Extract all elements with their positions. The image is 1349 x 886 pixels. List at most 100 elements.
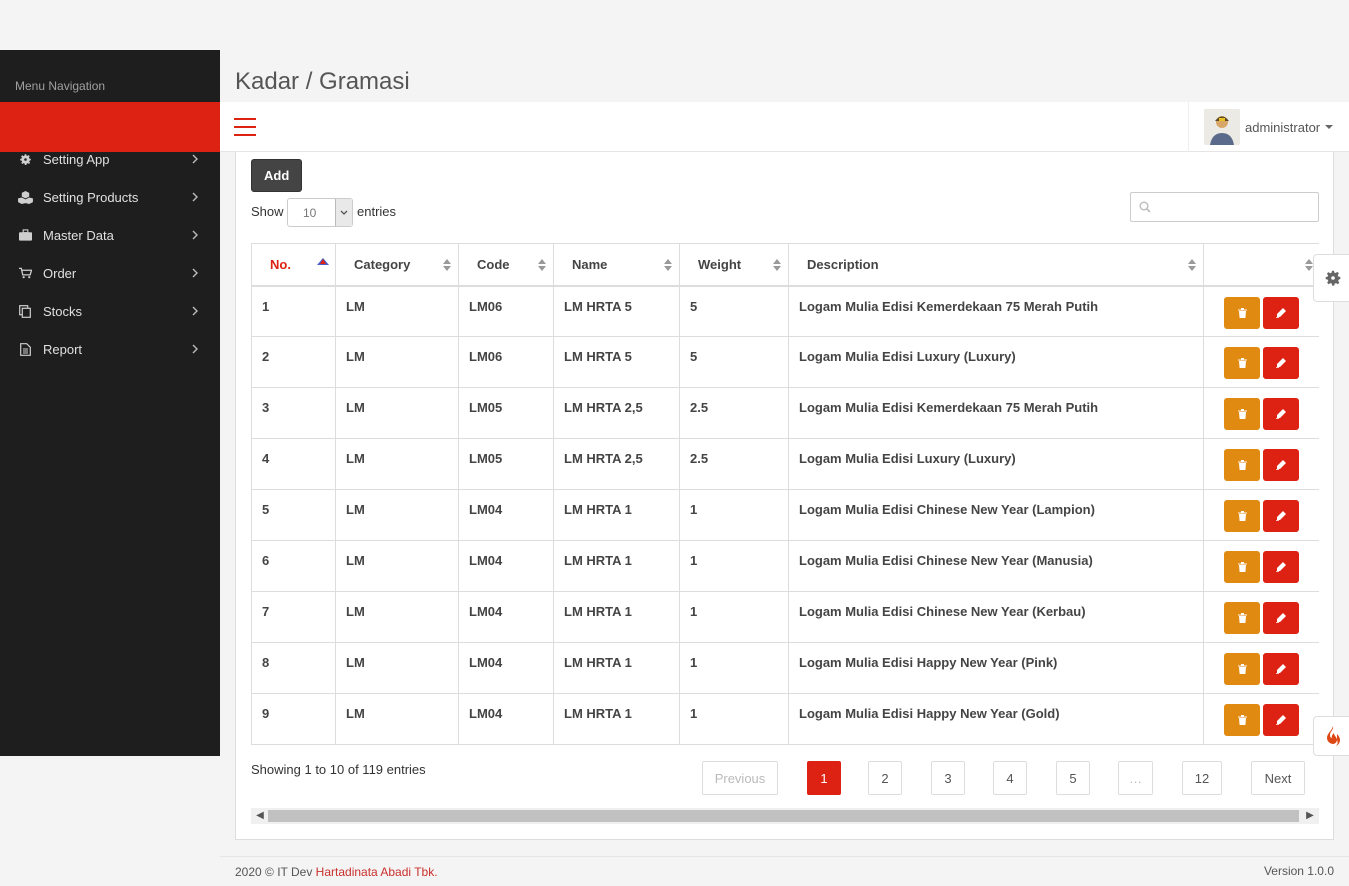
trash-icon (1237, 307, 1247, 318)
delete-button[interactable] (1224, 704, 1260, 736)
edit-button[interactable] (1263, 500, 1299, 532)
sidebar-item-report[interactable]: Report (0, 330, 220, 368)
pencil-icon (1276, 409, 1286, 419)
search-input[interactable] (1130, 192, 1319, 222)
sort-icon (1187, 259, 1197, 273)
cell-no: 3 (251, 387, 336, 439)
sidebar-item-setting-app[interactable]: Setting App (0, 140, 220, 178)
trash-icon (1237, 613, 1247, 623)
cell-no: 2 (251, 336, 336, 388)
trash-icon (1237, 715, 1247, 725)
cell-description: Logam Mulia Edisi Kemerdekaan 75 Merah P… (788, 387, 1204, 439)
pencil-icon (1276, 664, 1286, 674)
column-header-description[interactable]: Description (788, 243, 1204, 287)
company-link[interactable]: Hartadinata Abadi Tbk. (316, 865, 438, 879)
column-header-actions[interactable] (1203, 243, 1319, 287)
pencil-icon (1276, 511, 1286, 521)
cell-name: LM HRTA 1 (553, 540, 680, 592)
sidebar-item-order[interactable]: Order (0, 254, 220, 292)
cell-name: LM HRTA 2,5 (553, 438, 680, 490)
cell-code: LM04 (458, 489, 554, 541)
codeigniter-float-button[interactable] (1313, 716, 1349, 756)
cell-weight: 2.5 (679, 387, 789, 439)
edit-button[interactable] (1263, 449, 1299, 481)
sidebar-item-setting-products[interactable]: Setting Products (0, 178, 220, 216)
entries-select[interactable]: 10 (287, 198, 353, 227)
delete-button[interactable] (1224, 449, 1260, 481)
edit-button[interactable] (1263, 347, 1299, 379)
cell-actions (1203, 387, 1319, 439)
cell-weight: 1 (679, 693, 789, 745)
delete-button[interactable] (1224, 347, 1260, 379)
cell-name: LM HRTA 5 (553, 336, 680, 388)
settings-float-button[interactable] (1313, 254, 1349, 302)
column-header-code[interactable]: Code (458, 243, 554, 287)
pagination-ellipsis: … (1118, 761, 1153, 795)
column-header-weight[interactable]: Weight (679, 243, 789, 287)
cell-category: LM (335, 591, 459, 643)
pagination-page-1[interactable]: 1 (807, 761, 841, 795)
avatar (1204, 109, 1240, 145)
chevron-right-icon (192, 152, 198, 167)
sidebar-item-label: Setting Products (43, 189, 139, 205)
delete-button[interactable] (1224, 602, 1260, 634)
cell-name: LM HRTA 1 (553, 693, 680, 745)
edit-button[interactable] (1263, 602, 1299, 634)
edit-button[interactable] (1263, 398, 1299, 430)
search-icon (1139, 201, 1151, 213)
sort-icon (663, 259, 673, 273)
cell-description: Logam Mulia Edisi Chinese New Year (Kerb… (788, 591, 1204, 643)
gear-icon (16, 153, 34, 166)
table-row: 4 LM LM05 LM HRTA 2,5 2.5 Logam Mulia Edisi L… (251, 438, 1319, 490)
delete-button[interactable] (1224, 551, 1260, 583)
edit-button[interactable] (1263, 704, 1299, 736)
cell-category: LM (335, 336, 459, 388)
sidebar-item-master-data[interactable]: Master Data (0, 216, 220, 254)
delete-button[interactable] (1224, 296, 1260, 329)
sidebar-item-label: Stocks (43, 303, 83, 319)
chevron-right-icon (192, 304, 198, 319)
pagination-page-5[interactable]: 5 (1056, 761, 1090, 795)
pencil-icon (1276, 562, 1286, 572)
column-header-name[interactable]: Name (553, 243, 680, 287)
cubes-icon (16, 190, 34, 204)
pagination-page-2[interactable]: 2 (868, 761, 902, 795)
cell-weight: 1 (679, 489, 789, 541)
table-row: 1 LM LM06 LM HRTA 5 5 Logam Mulia Edisi Kemer… (251, 285, 1319, 337)
edit-button[interactable] (1263, 653, 1299, 685)
cell-name: LM HRTA 1 (553, 642, 680, 694)
add-button[interactable]: Add (251, 159, 303, 192)
table-info: Showing 1 to 10 of 119 entries (251, 762, 426, 777)
cell-no: 1 (251, 285, 336, 337)
delete-button[interactable] (1224, 653, 1260, 685)
sidebar-item-stocks[interactable]: Stocks (0, 292, 220, 330)
cell-description: Logam Mulia Edisi Kemerdekaan 75 Merah P… (788, 285, 1204, 337)
pagination-page-4[interactable]: 4 (993, 761, 1027, 795)
edit-button[interactable] (1263, 551, 1299, 583)
sort-icon (772, 259, 782, 273)
horizontal-scrollbar[interactable]: ◀ ▶ (251, 808, 1319, 824)
pagination-next[interactable]: Next (1251, 761, 1305, 795)
top-strip (0, 0, 1349, 50)
trash-icon (1237, 409, 1247, 419)
table-header-row: No. Category Code Name Weight Descriptio… (251, 243, 1319, 287)
user-menu[interactable]: administrator (1188, 102, 1349, 152)
scroll-left-icon[interactable]: ◀ (253, 810, 267, 822)
pagination-page-3[interactable]: 3 (931, 761, 965, 795)
column-header-no[interactable]: No. (251, 243, 336, 287)
hamburger-menu-icon[interactable] (234, 118, 256, 136)
delete-button[interactable] (1224, 398, 1260, 430)
cell-no: 9 (251, 693, 336, 745)
column-header-category[interactable]: Category (335, 243, 459, 287)
table-row: 8 LM LM04 LM HRTA 1 1 Logam Mulia Edisi Happy… (251, 642, 1319, 694)
pagination-page-12[interactable]: 12 (1182, 761, 1222, 795)
trash-icon (1237, 460, 1247, 470)
scroll-right-icon[interactable]: ▶ (1303, 810, 1317, 822)
edit-button[interactable] (1263, 296, 1299, 329)
cell-code: LM05 (458, 387, 554, 439)
delete-button[interactable] (1224, 500, 1260, 532)
pagination-previous[interactable]: Previous (702, 761, 778, 795)
table-row: 7 LM LM04 LM HRTA 1 1 Logam Mulia Edisi Chine… (251, 591, 1319, 643)
scrollbar-thumb[interactable] (268, 810, 1299, 822)
chevron-right-icon (192, 228, 198, 243)
